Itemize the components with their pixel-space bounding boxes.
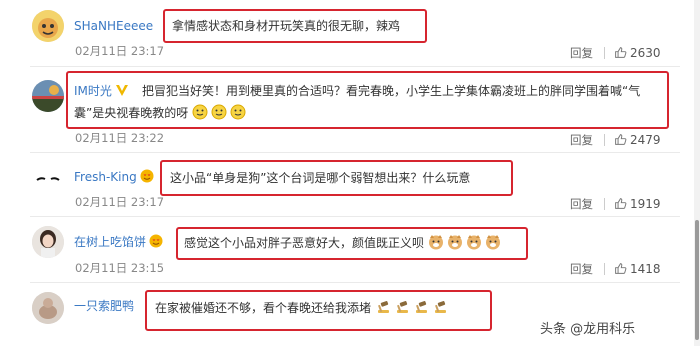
divider [30, 152, 680, 153]
scrollbar[interactable] [694, 0, 700, 346]
scrollbar-thumb[interactable] [695, 220, 699, 340]
thumbs-up-icon [615, 47, 627, 58]
thumbs-up-icon [615, 198, 627, 209]
avatar[interactable] [32, 10, 64, 42]
separator [604, 134, 605, 146]
divider [30, 66, 680, 67]
hammer-emoji-icon [432, 299, 448, 315]
doge-emoji-icon [428, 234, 444, 250]
avatar[interactable] [32, 163, 64, 195]
reply-button[interactable]: 回复 [570, 132, 593, 148]
comment-text: 拿情感状态和身材开玩笑真的很无聊，辣鸡 [172, 19, 401, 33]
separator [604, 198, 605, 210]
username[interactable]: SHaNHEeeee [74, 17, 153, 35]
reply-button[interactable]: 回复 [570, 261, 593, 277]
heart-eyes-badge-icon [149, 234, 163, 248]
separator [604, 47, 605, 59]
like-count: 2479 [630, 133, 661, 147]
like-count: 2630 [630, 46, 661, 60]
like-count: 1418 [630, 262, 661, 276]
like-button[interactable]: 2479 [614, 132, 661, 148]
reply-button[interactable]: 回复 [570, 196, 593, 212]
comment-text-line2: 囊”是央视春晚教的呀 [74, 104, 249, 122]
hammer-emoji-icon [394, 299, 410, 315]
avatar[interactable] [32, 292, 64, 324]
comment-text-line1: 把冒犯当好笑！用到梗里真的合适吗？看完春晚，小学生上学集体霸凌班上的胖同学围着喊… [142, 84, 641, 98]
thumbs-up-icon [615, 263, 627, 274]
doge-emoji-icon [447, 234, 463, 250]
hammer-emoji-icon [375, 299, 391, 315]
heart-eyes-badge-icon [140, 169, 154, 183]
thumbs-up-icon [615, 134, 627, 145]
smile-emoji-icon [192, 104, 208, 120]
like-count: 1919 [630, 197, 661, 211]
smile-emoji-icon [230, 104, 246, 120]
divider [30, 216, 680, 217]
reply-button[interactable]: 回复 [570, 45, 593, 61]
comment-date: 02月11日 23:22 [75, 131, 165, 145]
like-button[interactable]: 1919 [614, 196, 661, 212]
separator [604, 263, 605, 275]
comment-text: 这小品“单身是狗”这个台词是哪个弱智想出来？什么玩意 [170, 171, 471, 185]
doge-emoji-icon [485, 234, 501, 250]
smile-emoji-icon [211, 104, 227, 120]
watermark: 头条 @龙用科乐 [540, 322, 636, 337]
comment-text: 感觉这个小品对胖子恶意好大，颜值既正义呗 [184, 234, 504, 252]
username[interactable]: 一只索肥鸭 [74, 297, 134, 315]
comment-date: 02月11日 23:17 [75, 195, 165, 209]
username[interactable]: 在树上吃馅饼 [74, 233, 163, 251]
like-button[interactable]: 1418 [614, 261, 661, 277]
avatar[interactable] [32, 226, 64, 258]
comment-date: 02月11日 23:15 [75, 261, 165, 275]
avatar[interactable] [32, 80, 64, 112]
username[interactable]: Fresh-King [74, 168, 154, 186]
hammer-emoji-icon [413, 299, 429, 315]
like-button[interactable]: 2630 [614, 45, 661, 61]
divider [30, 282, 680, 283]
comment-date: 02月11日 23:17 [75, 44, 165, 58]
comment-text: 在家被催婚还不够，看个春晚还给我添堵 [155, 299, 451, 317]
doge-emoji-icon [466, 234, 482, 250]
